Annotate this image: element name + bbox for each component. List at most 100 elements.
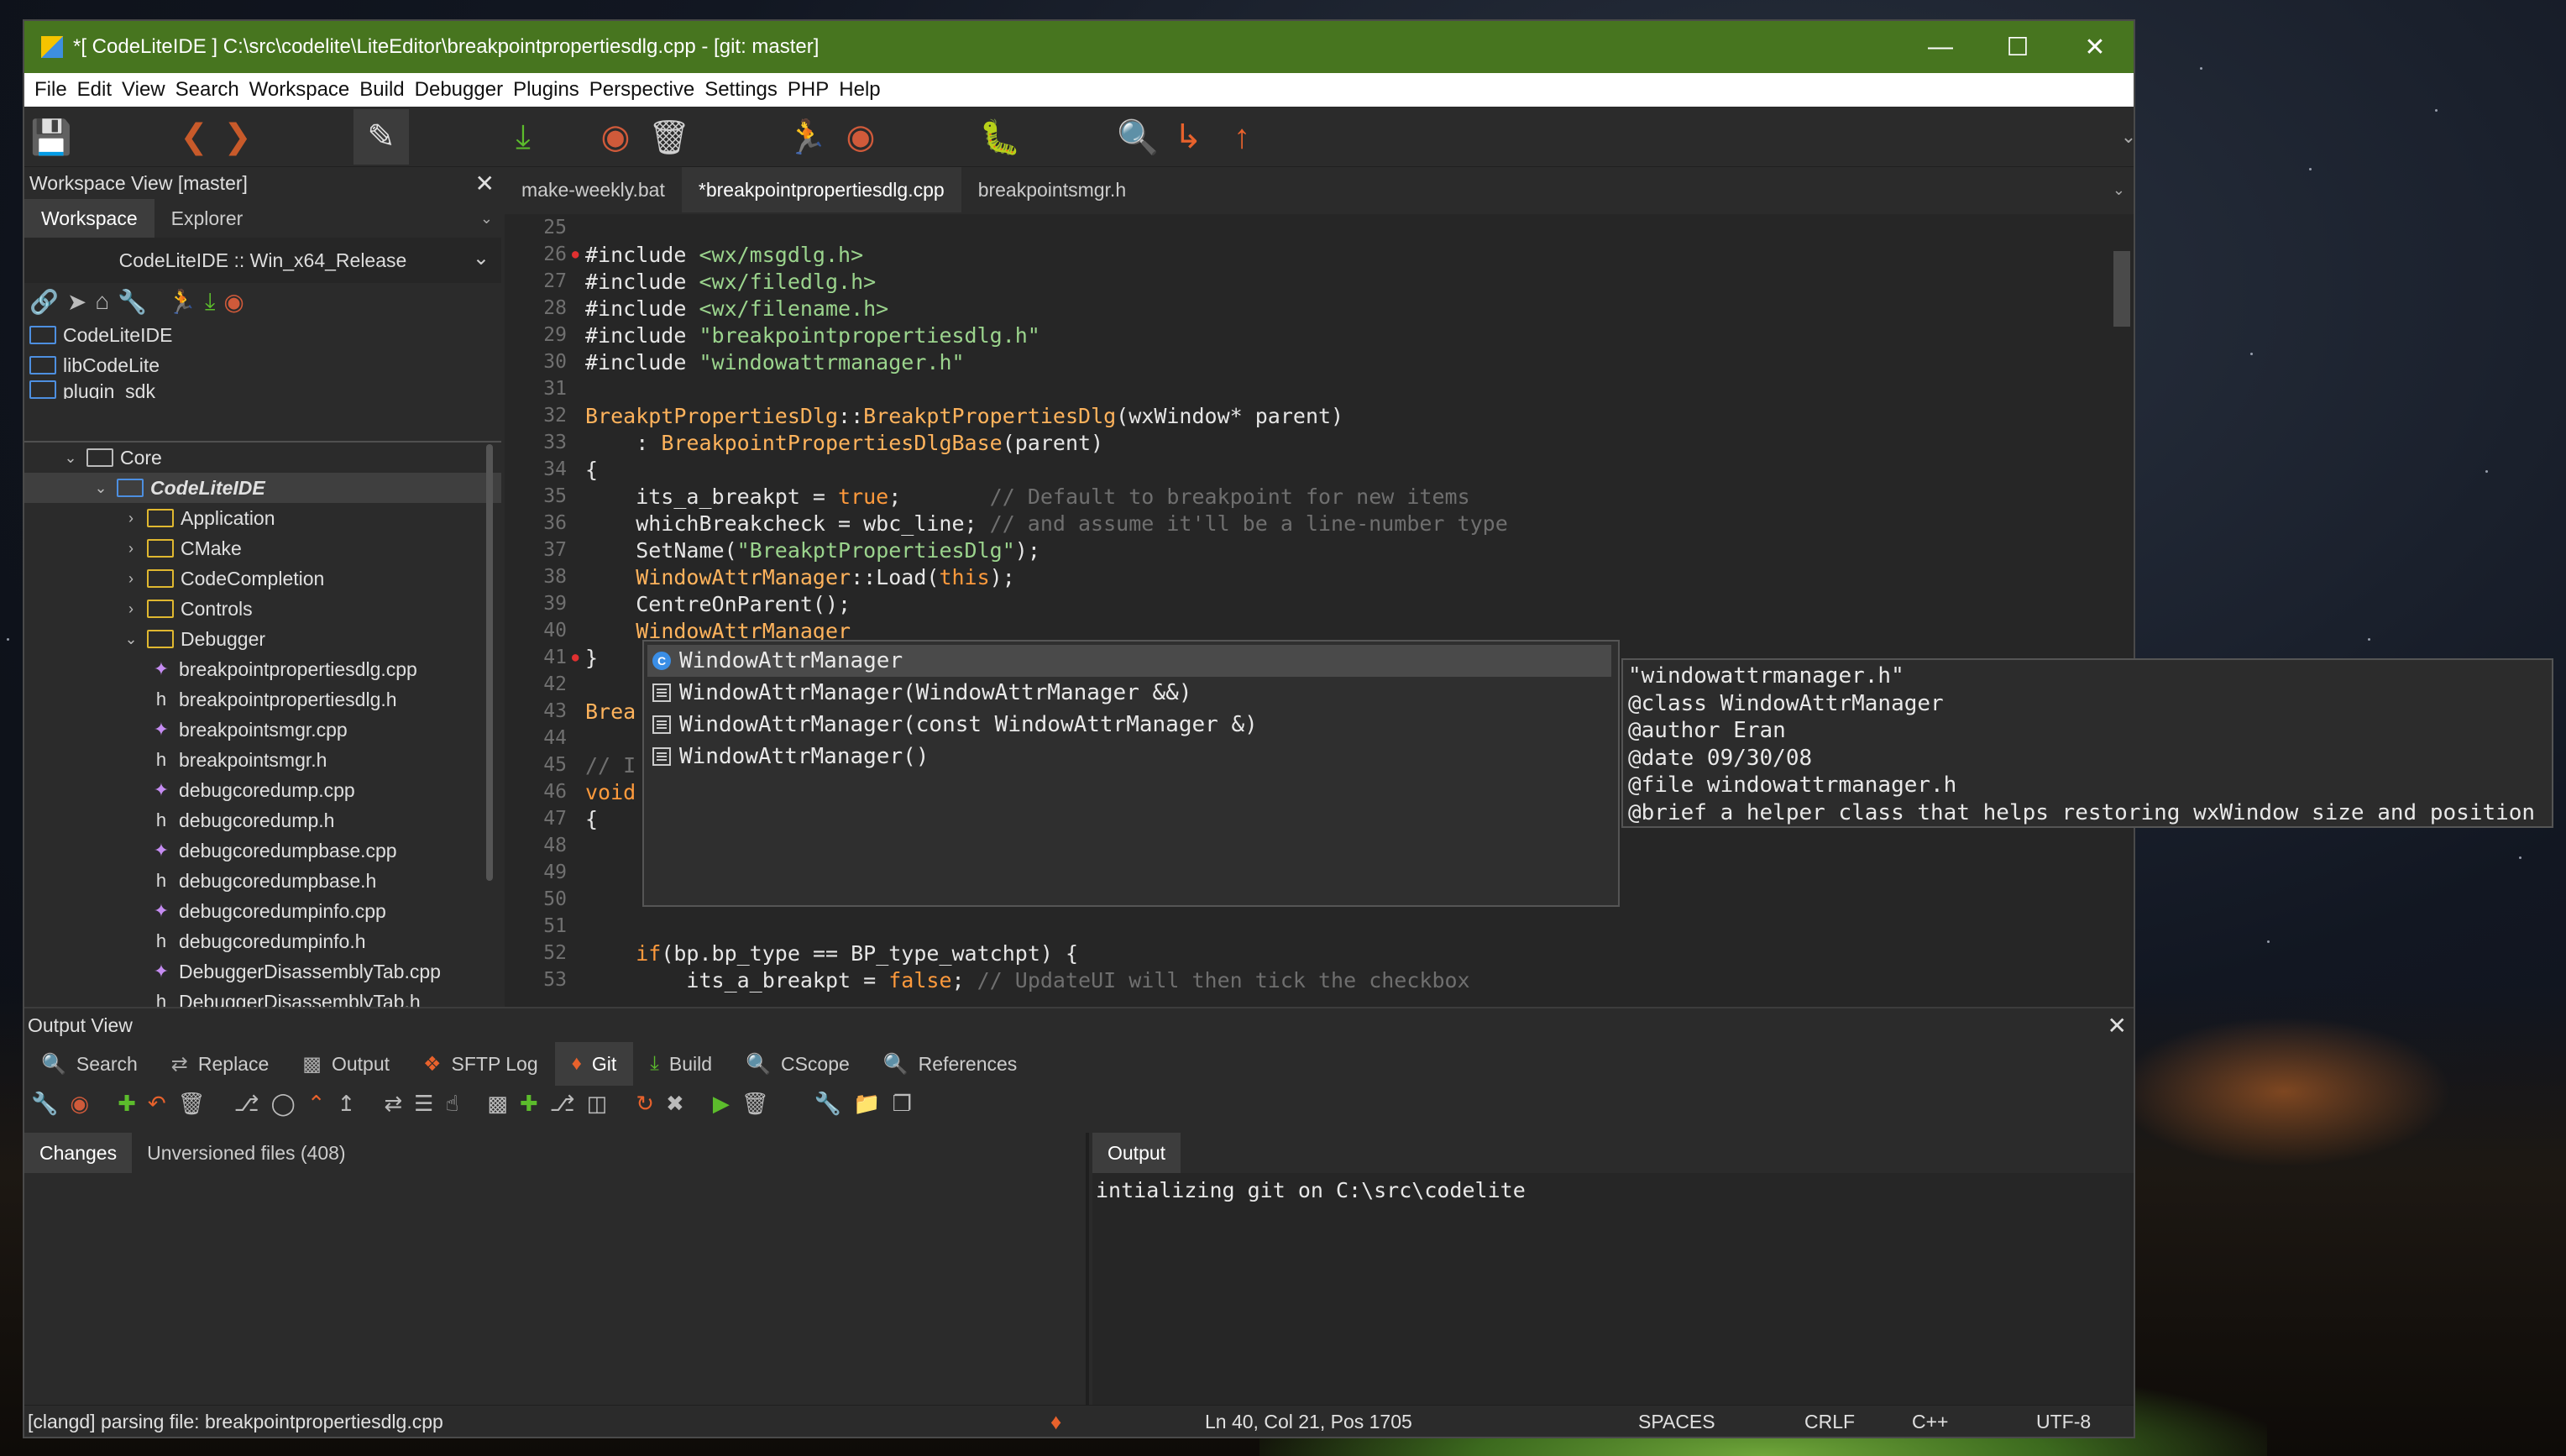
tree-item[interactable]: ⌄ Core xyxy=(24,443,501,473)
tab-replace[interactable]: ⇄ Replace xyxy=(154,1042,286,1086)
line-ending[interactable]: CRLF xyxy=(1804,1411,1855,1433)
branch-icon[interactable]: ⎇ xyxy=(234,1091,259,1117)
merge-icon[interactable]: ⎇ xyxy=(550,1091,575,1117)
chevron-down-icon[interactable]: ⌄ xyxy=(92,479,110,497)
minimize-button[interactable]: — xyxy=(1902,21,1979,73)
tree-item[interactable]: › Application xyxy=(24,503,501,533)
tree-item[interactable]: h debugcoredumpinfo.h xyxy=(24,926,501,956)
tree-item[interactable]: ⌄ Debugger xyxy=(24,624,501,654)
tab-git[interactable]: ♦ Git xyxy=(554,1042,634,1086)
completion-item[interactable]: WindowAttrManager(WindowAttrManager &&) xyxy=(647,677,1611,709)
blame-icon[interactable]: ☝ xyxy=(445,1091,458,1117)
debug-icon[interactable]: 🐛 xyxy=(978,115,1022,159)
maximize-button[interactable]: ☐ xyxy=(1979,21,2056,73)
list-item[interactable]: plugin_sdk xyxy=(29,380,501,399)
list-item[interactable]: libCodeLite xyxy=(29,350,501,380)
menu-help[interactable]: Help xyxy=(834,78,885,102)
menu-plugins[interactable]: Plugins xyxy=(508,78,584,102)
build-icon[interactable]: ⤓ xyxy=(501,115,545,159)
chevron-right-icon[interactable]: › xyxy=(122,600,140,618)
tree-item[interactable]: ✦ breakpointsmgr.cpp xyxy=(24,715,501,745)
menu-file[interactable]: File xyxy=(29,78,72,102)
chevron-right-icon[interactable]: › xyxy=(122,570,140,588)
folder-icon[interactable]: 📁 xyxy=(853,1091,880,1117)
stop-run-icon[interactable]: ◉ xyxy=(839,115,882,159)
console-icon[interactable]: ▩ xyxy=(487,1091,508,1117)
menu-settings[interactable]: Settings xyxy=(699,78,783,102)
tree-item[interactable]: ✦ debugcoredumpbase.cpp xyxy=(24,835,501,866)
forward-icon[interactable]: ❯ xyxy=(216,115,259,159)
git-settings-icon[interactable]: 🔧 xyxy=(31,1091,58,1117)
refresh-icon[interactable]: ↻ xyxy=(636,1091,654,1117)
tab-breakpointsmgr[interactable]: breakpointsmgr.h xyxy=(961,167,1143,212)
configuration-selector[interactable]: CodeLiteIDE :: Win_x64_Release ⌄ xyxy=(24,238,501,283)
diff-icon[interactable]: ⇄ xyxy=(384,1091,402,1117)
tab-breakpointpropertiesdlg[interactable]: *breakpointpropertiesdlg.cpp xyxy=(681,167,961,212)
menu-search[interactable]: Search xyxy=(170,78,244,102)
tab-output[interactable]: Output xyxy=(1092,1133,1181,1173)
tree-item[interactable]: › CMake xyxy=(24,533,501,563)
list-item[interactable]: CodeLiteIDE xyxy=(29,320,501,350)
revert-icon[interactable]: ↶ xyxy=(148,1091,166,1117)
menu-edit[interactable]: Edit xyxy=(72,78,117,102)
menu-view[interactable]: View xyxy=(117,78,170,102)
tab-sftp-log[interactable]: ❖ SFTP Log xyxy=(406,1042,555,1086)
send-icon[interactable]: ➤ xyxy=(67,288,86,316)
pull-icon[interactable]: ↥ xyxy=(338,1091,356,1117)
close-icon[interactable]: ✕ xyxy=(475,170,495,197)
tree-item[interactable]: ✦ debugcoredump.cpp xyxy=(24,775,501,805)
tree-item[interactable]: h debugcoredump.h xyxy=(24,805,501,835)
close-button[interactable]: ✕ xyxy=(2056,21,2134,73)
chevron-down-icon[interactable]: ⌄ xyxy=(61,449,80,467)
tab-changes[interactable]: Changes xyxy=(24,1133,133,1173)
indent-mode[interactable]: SPACES xyxy=(1638,1411,1715,1433)
tabs-dropdown-icon[interactable]: ⌄ xyxy=(480,210,493,228)
tab-workspace[interactable]: Workspace xyxy=(24,199,154,238)
push-icon[interactable]: ⌃ xyxy=(307,1091,326,1117)
menu-php[interactable]: PHP xyxy=(783,78,834,102)
stop-icon[interactable]: ◉ xyxy=(70,1091,89,1117)
tab-output[interactable]: ▩ Output xyxy=(285,1042,406,1086)
editor-scrollbar[interactable] xyxy=(2113,251,2130,327)
clean-icon[interactable]: 🗑 xyxy=(647,115,691,159)
edit-icon[interactable]: ✎ xyxy=(353,109,409,165)
wrench-icon[interactable]: 🔧 xyxy=(814,1091,841,1117)
menu-debugger[interactable]: Debugger xyxy=(410,78,508,102)
tree-item[interactable]: › CodeCompletion xyxy=(24,563,501,594)
tree-item[interactable]: › Controls xyxy=(24,594,501,624)
wrench-icon[interactable]: 🔧 xyxy=(118,288,147,316)
tree-item[interactable]: h debugcoredumpbase.h xyxy=(24,866,501,896)
stop-icon[interactable]: ◉ xyxy=(223,288,244,316)
add-icon[interactable]: ✚ xyxy=(118,1091,136,1117)
close-icon[interactable]: ✕ xyxy=(2108,1012,2127,1040)
tree-item[interactable]: ✦ DebuggerDisassemblyTab.cpp xyxy=(24,956,501,987)
toolbar-overflow-icon[interactable]: ⌄ xyxy=(2107,115,2150,159)
tree-item[interactable]: ✦ breakpointpropertiesdlg.cpp xyxy=(24,654,501,684)
delete-icon[interactable]: 🗑 xyxy=(178,1091,206,1117)
step-over-icon[interactable]: ↳ xyxy=(1166,115,1210,159)
completion-item[interactable]: WindowAttrManager() xyxy=(647,741,1611,773)
chevron-right-icon[interactable]: › xyxy=(122,540,140,558)
save-icon[interactable]: 💾 xyxy=(29,115,73,159)
tree-item[interactable]: ⌄ CodeLiteIDE xyxy=(24,473,501,503)
tab-build[interactable]: ⤓ Build xyxy=(633,1042,729,1086)
file-encoding[interactable]: UTF-8 xyxy=(2036,1411,2091,1433)
menu-build[interactable]: Build xyxy=(354,78,409,102)
completion-item[interactable]: WindowAttrManager(const WindowAttrManage… xyxy=(647,709,1611,741)
tab-references[interactable]: 🔍 References xyxy=(867,1042,1034,1086)
copy-icon[interactable]: ❐ xyxy=(893,1091,912,1117)
find-icon[interactable]: 🔍 xyxy=(1116,115,1160,159)
tree-item[interactable]: h breakpointpropertiesdlg.h xyxy=(24,684,501,715)
list-icon[interactable]: ☰ xyxy=(414,1091,433,1117)
commit-icon[interactable]: ◯ xyxy=(271,1091,296,1117)
back-icon[interactable]: ❮ xyxy=(172,115,216,159)
tab-unversioned-files[interactable]: Unversioned files (408) xyxy=(132,1133,361,1173)
menu-workspace[interactable]: Workspace xyxy=(244,78,355,102)
tab-cscope[interactable]: 🔍 CScope xyxy=(729,1042,867,1086)
chevron-right-icon[interactable]: › xyxy=(122,510,140,527)
tree-item[interactable]: h breakpointsmgr.h xyxy=(24,745,501,775)
completion-item[interactable]: C WindowAttrManager xyxy=(647,645,1611,677)
stop-build-icon[interactable]: ◉ xyxy=(594,115,637,159)
clear-icon[interactable]: ✖ xyxy=(666,1091,684,1117)
play-icon[interactable]: ▶ xyxy=(713,1091,730,1117)
